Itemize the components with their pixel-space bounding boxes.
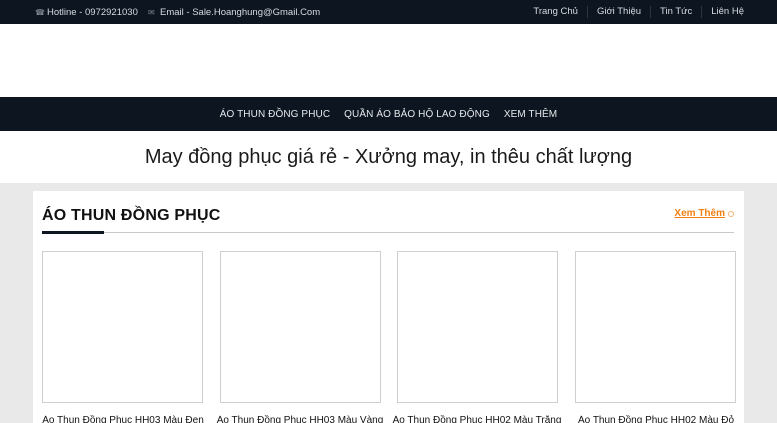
section-divider-accent bbox=[42, 231, 104, 234]
hotline-contact[interactable]: ☎ Hotline - 0972921030 bbox=[35, 0, 138, 24]
product-card-2-image[interactable] bbox=[220, 251, 381, 403]
main-nav: ÁO THUN ĐỒNG PHỤC QUẦN ÁO BẢO HỘ LAO ĐỘN… bbox=[0, 97, 777, 131]
product-card-3-name[interactable]: Áo Thun Đồng Phục HH02 Màu Trắng bbox=[392, 415, 562, 423]
hotline-text: Hotline - 0972921030 bbox=[47, 6, 138, 18]
top-link-news[interactable]: Tin Tức bbox=[650, 6, 701, 18]
top-bar: ☎ Hotline - 0972921030 ✉ Email - Sale.Ho… bbox=[0, 0, 777, 24]
product-card-3-image[interactable] bbox=[397, 251, 558, 403]
site-header bbox=[0, 24, 777, 97]
email-text: Email - Sale.Hoanghung@Gmail.Com bbox=[160, 6, 321, 18]
product-card-4-image[interactable] bbox=[575, 251, 736, 403]
tagline-band: May đồng phục giá rẻ - Xưởng may, in thê… bbox=[0, 131, 777, 183]
top-link-home[interactable]: Trang Chủ bbox=[524, 6, 587, 18]
page-tagline: May đồng phục giá rẻ - Xưởng may, in thê… bbox=[144, 145, 633, 168]
product-section: ÁO THUN ĐỒNG PHỤC Xem Thêm Áo Thun Đồng … bbox=[33, 191, 744, 423]
top-link-about[interactable]: Giới Thiệu bbox=[586, 6, 650, 18]
product-card-4-name[interactable]: Áo Thun Đồng Phục HH02 Màu Đỏ bbox=[571, 415, 741, 423]
see-more-label: Xem Thêm bbox=[674, 208, 725, 219]
circle-icon bbox=[728, 210, 734, 217]
section-divider bbox=[42, 232, 734, 233]
nav-item-bao-ho[interactable]: QUẦN ÁO BẢO HỘ LAO ĐỘNG bbox=[337, 109, 497, 120]
email-contact[interactable]: ✉ Email - Sale.Hoanghung@Gmail.Com bbox=[148, 0, 320, 24]
product-card-1-name[interactable]: Áo Thun Đồng Phục HH03 Màu Đen bbox=[38, 415, 208, 423]
product-card-1-image[interactable] bbox=[42, 251, 203, 403]
nav-item-ao-thun[interactable]: ÁO THUN ĐỒNG PHỤC bbox=[213, 109, 337, 120]
nav-item-xem-them[interactable]: XEM THÊM bbox=[497, 109, 564, 120]
top-link-contact[interactable]: Liên Hệ bbox=[701, 6, 753, 18]
top-links: Trang Chủ Giới Thiệu Tin Tức Liên Hệ bbox=[524, 0, 753, 24]
section-title: ÁO THUN ĐỒNG PHỤC bbox=[42, 207, 221, 224]
product-card-2-name[interactable]: Áo Thun Đồng Phục HH03 Màu Vàng bbox=[215, 415, 385, 423]
envelope-icon: ✉ bbox=[148, 7, 155, 17]
see-more-link[interactable]: Xem Thêm bbox=[674, 208, 734, 219]
phone-icon: ☎ bbox=[35, 7, 45, 17]
